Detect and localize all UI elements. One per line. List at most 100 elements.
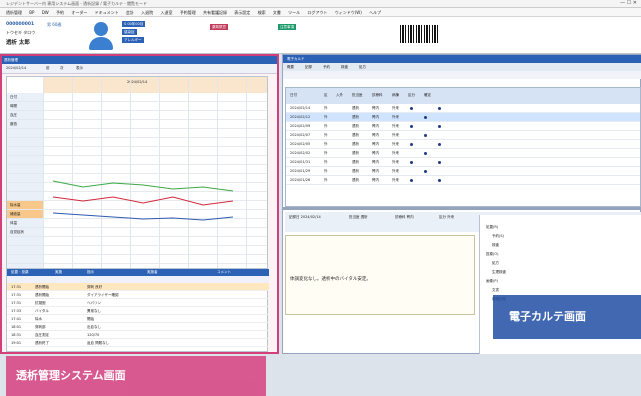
menu-item[interactable]: 入退室: [160, 10, 172, 16]
menu-item[interactable]: ドキュメント: [95, 10, 119, 16]
note-class: 区分 外来: [439, 215, 455, 219]
procedure-row[interactable]: 17:41 除水 開始: [7, 315, 269, 323]
note-text: 体調変化なし。透析中のバイタル安定。: [290, 277, 371, 282]
encounter-row[interactable]: 2024/02/07 外 透析 腎内 外来: [286, 131, 640, 140]
menu-item[interactable]: 共有看護記録: [203, 10, 227, 16]
prev-button[interactable]: 前: [46, 66, 50, 71]
menu-bar: 透析管理 BP DW 予約 オーダー ドキュメント 会計 入退院 入退室 予約管…: [0, 8, 641, 17]
tab-executed[interactable]: 実施: [55, 270, 62, 275]
procedure-time: 17:33: [11, 309, 22, 313]
encounter-dept: 腎内: [372, 178, 379, 182]
encounter-row[interactable]: 2024/01/26 外 透析 腎内 外来: [286, 176, 640, 185]
tab-record[interactable]: 記録: [305, 65, 312, 70]
order-tree-item[interactable]: 予約(S): [492, 234, 504, 239]
encounter-dept: 腎内: [372, 142, 379, 146]
window-controls[interactable]: — ☐ ✕: [620, 0, 637, 6]
menu-item[interactable]: 文書: [273, 10, 281, 16]
encounter-row[interactable]: 2024/01/31 外 透析 腎内 外来: [286, 158, 640, 167]
tab-prescription[interactable]: 処方: [359, 65, 366, 70]
menu-item[interactable]: 入退院: [141, 10, 153, 16]
menu-item[interactable]: 透析管理: [6, 10, 22, 16]
menu-item[interactable]: ウィンドウ(W): [335, 10, 362, 16]
encounter-kind: 外: [324, 115, 328, 119]
order-tree-item[interactable]: 処置(R): [486, 225, 498, 230]
menu-item[interactable]: 予約管理: [180, 10, 196, 16]
menu-item[interactable]: 表示設定: [234, 10, 250, 16]
badge-notes[interactable]: 注意事項: [278, 24, 296, 30]
procedure-row[interactable]: 18:31 血圧測定 120/70: [7, 331, 269, 339]
encounter-row[interactable]: 2024/01/29 外 透析 腎内 外来: [286, 167, 640, 176]
tab-performer[interactable]: 実施者: [147, 270, 158, 275]
encounter-ward: 外来: [392, 160, 399, 164]
procedure-row[interactable]: 17:31 透析開始 ダイアライザー確認: [7, 291, 269, 299]
encounter-row[interactable]: 2024/02/12 外 透析 腎内 外来: [286, 113, 640, 122]
procedure-toolbar: [7, 276, 269, 283]
procedure-row[interactable]: 18:01 穿刺部 出血なし: [7, 323, 269, 331]
emr-banner: 電子カルテ画面: [493, 295, 641, 339]
emr-pane: 電子カルテ 概要 記録 予約 検査 処方 日付 区 入外 担当医 診療科 病棟 …: [282, 54, 641, 354]
encounter-date: 2024/02/07: [290, 133, 311, 137]
col-date: 日付: [290, 93, 297, 97]
procedure-time: 18:01: [11, 325, 22, 329]
order-tree-item[interactable]: 処方: [492, 261, 499, 266]
procedure-text: 血圧測定: [35, 333, 49, 337]
show-button[interactable]: 表示: [76, 66, 83, 71]
tab-procedure[interactable]: 処置・投薬: [11, 270, 29, 275]
encounter-kind: 外: [324, 151, 328, 155]
grid-row-label: [7, 183, 43, 192]
encounter-kind: 外: [324, 133, 328, 137]
note-date: 記録日 2024/02/14: [289, 215, 321, 219]
encounter-date: 2024/01/31: [290, 160, 311, 164]
menu-item[interactable]: 予約: [56, 10, 64, 16]
note-editor[interactable]: 体調変化なし。透析中のバイタル安定。: [285, 235, 475, 315]
encounter-dr: 透析: [352, 178, 359, 182]
procedure-row[interactable]: 17:31 抗凝固 ヘパリン: [7, 299, 269, 307]
grid-row-label: 時間: [7, 102, 43, 111]
procedure-row[interactable]: 19:01 透析終了 返血 問題なし: [7, 339, 269, 347]
menu-item[interactable]: 検索: [258, 10, 266, 16]
menu-item[interactable]: 会計: [126, 10, 134, 16]
procedure-row[interactable]: 17:33 バイタル 異常なし: [7, 307, 269, 315]
menu-item[interactable]: ログアウト: [307, 10, 327, 16]
procedure-time: 17:31: [11, 301, 22, 305]
grid-row-label: 自覚症状: [7, 228, 43, 237]
next-button[interactable]: 次: [60, 66, 64, 71]
encounter-date: 2024/02/02: [290, 151, 311, 155]
tab-comment[interactable]: コメント: [217, 270, 231, 275]
encounter-row[interactable]: 2024/02/14 外 透析 腎内 外来: [286, 104, 640, 113]
tab-appointment[interactable]: 予約: [323, 65, 330, 70]
series-blood-pressure-high: [52, 196, 234, 206]
emr-splitter[interactable]: [283, 207, 641, 210]
grid-row-label: 脈拍: [7, 120, 43, 129]
tab-overview[interactable]: 概要: [287, 65, 294, 70]
menu-item[interactable]: DW: [42, 10, 49, 15]
window-titlebar: レジデントサーバー内 専用システム画面 - 透析記録 / 電子カルテ - 閲覧モ…: [0, 0, 641, 8]
encounter-row[interactable]: 2024/02/02 外 透析 腎内 外来: [286, 149, 640, 158]
menu-item[interactable]: オーダー: [71, 10, 87, 16]
procedure-text: 透析開始: [35, 285, 49, 289]
date-field[interactable]: 2024/02/14: [6, 66, 26, 70]
badge-drug-contra[interactable]: 薬剤禁忌: [210, 24, 228, 30]
tab-order[interactable]: 指示: [87, 270, 94, 275]
series-pulse: [52, 180, 234, 192]
order-tree-item[interactable]: 検査: [492, 243, 499, 248]
menu-item[interactable]: BP: [29, 10, 34, 15]
encounter-date: 2024/02/09: [290, 124, 311, 128]
encounter-ward: 外来: [392, 106, 399, 110]
order-tree-item[interactable]: 投薬(O): [486, 252, 499, 257]
encounter-date: 2024/01/26: [290, 178, 311, 182]
encounter-row[interactable]: 2024/02/05 外 透析 腎内 外来: [286, 140, 640, 149]
tab-lab[interactable]: 検査: [341, 65, 348, 70]
status-dot-icon: [410, 107, 413, 110]
order-tree-item[interactable]: 生理検査: [492, 270, 506, 275]
encounter-kind: 外: [324, 124, 328, 128]
procedure-row[interactable]: 17:31 透析開始 穿刺 良好: [7, 283, 269, 291]
badge-infection[interactable]: 感染症: [122, 29, 137, 35]
encounter-date: 2024/02/14: [290, 106, 311, 110]
badge-allergy[interactable]: アレルギー: [122, 37, 144, 43]
order-tree-item[interactable]: 文書: [492, 288, 499, 293]
menu-item[interactable]: ツール: [288, 10, 300, 16]
menu-item[interactable]: ヘルプ: [369, 10, 381, 16]
order-tree-item[interactable]: 画像(P): [486, 279, 498, 284]
encounter-row[interactable]: 2024/02/09 外 透析 腎内 外来: [286, 122, 640, 131]
